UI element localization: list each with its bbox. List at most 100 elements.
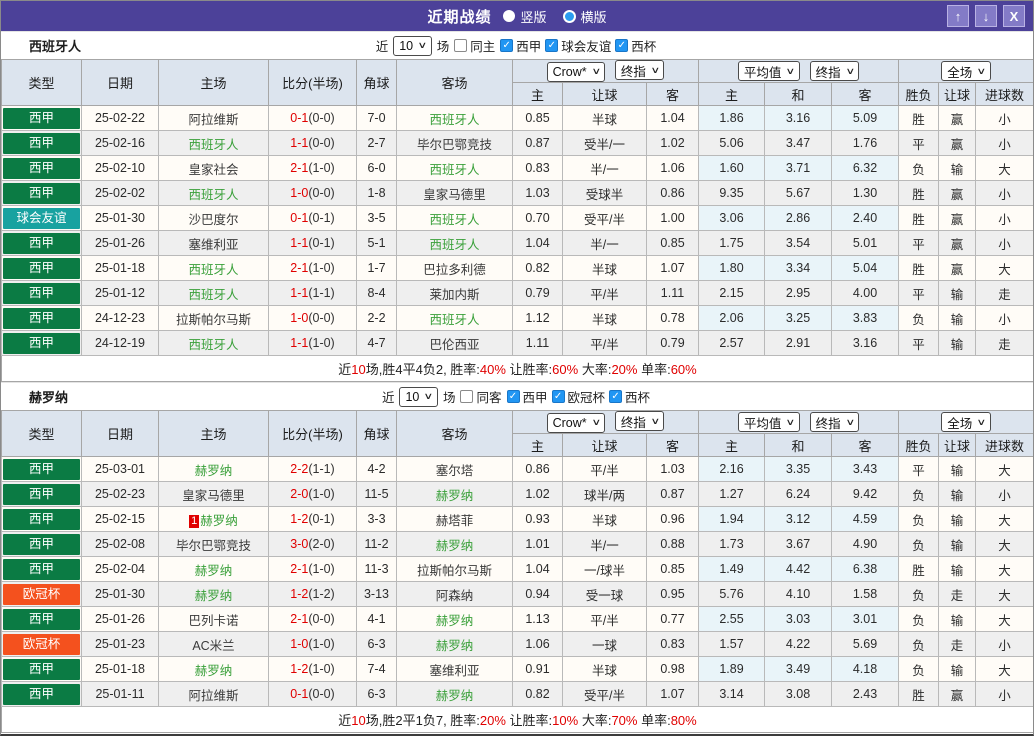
close-button[interactable]: X (1003, 5, 1025, 27)
home-team: 阿拉维斯 (158, 681, 269, 707)
league-checkbox-西甲[interactable]: ✓ 西甲 (506, 387, 548, 406)
corners: 6-3 (356, 631, 397, 657)
fulltime-score: 0-1 (290, 687, 309, 701)
euro-home-odds: 1.27 (698, 481, 765, 507)
result-goals: 走 (974, 330, 1033, 356)
handicap-line: 平/半 (562, 330, 647, 356)
summary-text: 60% (552, 362, 579, 377)
match-date: 25-01-12 (81, 280, 159, 306)
halftime-score: (1-0) (308, 637, 335, 651)
match-count-select[interactable]: 10 ∨ (399, 386, 438, 407)
home-team: 1 赫罗纳 (158, 506, 269, 532)
euro-draw-odds: 6.24 (764, 481, 832, 507)
halftime-score: (0-0) (308, 136, 335, 150)
odds-source-select[interactable]: Crow* ∨ (546, 412, 606, 433)
same-venue-label: 同客 (476, 391, 502, 405)
league-checkbox-西杯[interactable]: ✓ 西杯 (609, 387, 650, 406)
result-goals: 小 (974, 631, 1033, 657)
layout-radio-vertical[interactable]: 竖版 (503, 7, 547, 26)
chevron-down-icon: ∨ (590, 417, 601, 428)
result-goals: 大 (974, 155, 1033, 181)
match-date: 25-03-01 (81, 456, 159, 482)
handicap-line: 半球 (562, 255, 647, 281)
move-down-button[interactable]: ↓ (975, 5, 997, 27)
result-winlose: 平 (898, 456, 939, 482)
home-team-name: 赫罗纳 (194, 563, 233, 578)
corners: 3-3 (356, 506, 397, 532)
score: 1-1(1-0) (268, 330, 357, 356)
euro-draw-odds: 3.67 (764, 531, 832, 557)
home-team-name: 巴列卡诺 (188, 613, 239, 628)
final-odds-select-1[interactable]: 终指 ∨ (614, 411, 665, 432)
euro-draw-odds: 2.91 (764, 330, 832, 356)
match-row: 西甲 25-02-02 西班牙人 1-0(0-0) 1-8 皇家马德里 1.03 受球半 0.8… (1, 180, 1033, 206)
move-up-button[interactable]: ↑ (947, 5, 969, 27)
col-header-home: 主场 (158, 59, 269, 106)
handicap-away-odds: 0.87 (646, 481, 699, 507)
match-date: 25-01-30 (81, 581, 159, 607)
odds-source-select[interactable]: Crow* ∨ (546, 61, 606, 82)
average-odds-select[interactable]: 平均值 ∨ (737, 412, 800, 432)
final-odds-select-1[interactable]: 终指 ∨ (614, 60, 665, 81)
fulltime-score: 2-1 (290, 612, 309, 626)
result-handicap: 输 (938, 330, 976, 356)
score: 1-2(1-2) (268, 581, 357, 607)
match-date: 25-01-18 (81, 255, 159, 281)
col-header-handicap: 让球 (562, 433, 647, 457)
match-date: 25-01-26 (81, 230, 159, 256)
near-label: 近 (381, 391, 395, 405)
match-count-select[interactable]: 10 ∨ (393, 35, 432, 56)
away-team: 塞维利亚 (396, 656, 513, 682)
layout-radio-horizontal[interactable]: 横版 (562, 7, 607, 26)
home-team: 塞维利亚 (158, 230, 269, 256)
away-team: 塞尔塔 (396, 456, 513, 482)
euro-draw-odds: 4.22 (764, 631, 832, 657)
handicap-away-odds: 1.07 (646, 255, 699, 281)
same-venue-checkbox[interactable]: 同主 (454, 36, 495, 55)
halftime-score: (1-0) (308, 161, 335, 175)
result-goals: 大 (974, 656, 1033, 682)
col-header-away-odds: 客 (646, 82, 699, 106)
euro-home-odds: 2.55 (698, 606, 765, 632)
same-venue-checkbox[interactable]: 同客 (460, 387, 502, 406)
result-handicap: 输 (938, 456, 976, 482)
euro-away-odds: 2.40 (831, 205, 899, 231)
halftime-score: (2-0) (308, 537, 335, 551)
full-match-select[interactable]: 全场 ∨ (941, 61, 991, 81)
away-team-name: 西班牙人 (429, 212, 480, 227)
final-odds-select-2[interactable]: 终指 ∨ (809, 61, 860, 81)
final-odds-select-2[interactable]: 终指 ∨ (809, 412, 860, 432)
euro-draw-odds: 3.12 (764, 506, 832, 532)
result-goals: 大 (974, 581, 1033, 607)
result-winlose: 胜 (898, 105, 939, 131)
league-checkbox-西杯[interactable]: ✓ 西杯 (615, 36, 656, 55)
league-checkbox-球会友谊[interactable]: ✓ 球会友谊 (545, 36, 611, 55)
average-odds-select[interactable]: 平均值 ∨ (737, 61, 800, 81)
result-handicap: 赢 (938, 681, 976, 707)
col-header-winlose: 胜负 (898, 82, 939, 106)
away-team: 赫塔菲 (396, 506, 513, 532)
full-match-select[interactable]: 全场 ∨ (941, 412, 991, 432)
euro-away-odds: 1.76 (831, 130, 899, 156)
fulltime-score: 1-1 (290, 286, 309, 300)
euro-away-odds: 5.09 (831, 105, 899, 131)
fulltime-score: 2-1 (290, 161, 309, 175)
match-date: 25-02-10 (81, 155, 159, 181)
away-team: 赫罗纳 (396, 481, 513, 507)
league-checkbox-西甲[interactable]: ✓ 西甲 (500, 36, 541, 55)
league-checkbox-欧冠杯[interactable]: ✓ 欧冠杯 (551, 387, 605, 406)
home-team-name: AC米兰 (192, 638, 235, 653)
euro-home-odds: 2.57 (698, 330, 765, 356)
euro-home-odds: 1.94 (698, 506, 765, 532)
handicap-away-odds: 1.04 (646, 105, 699, 131)
corners: 4-2 (356, 456, 397, 482)
summary-text: 让胜率: (505, 362, 553, 377)
home-team-name: 西班牙人 (188, 187, 239, 202)
handicap-away-odds: 0.78 (646, 305, 699, 331)
away-team-name: 西班牙人 (429, 312, 480, 327)
col-header-handicap: 让球 (562, 82, 647, 106)
euro-away-odds: 4.18 (831, 656, 899, 682)
result-winlose: 负 (898, 506, 939, 532)
result-handicap: 输 (938, 656, 976, 682)
handicap-line: 半球 (562, 506, 647, 532)
